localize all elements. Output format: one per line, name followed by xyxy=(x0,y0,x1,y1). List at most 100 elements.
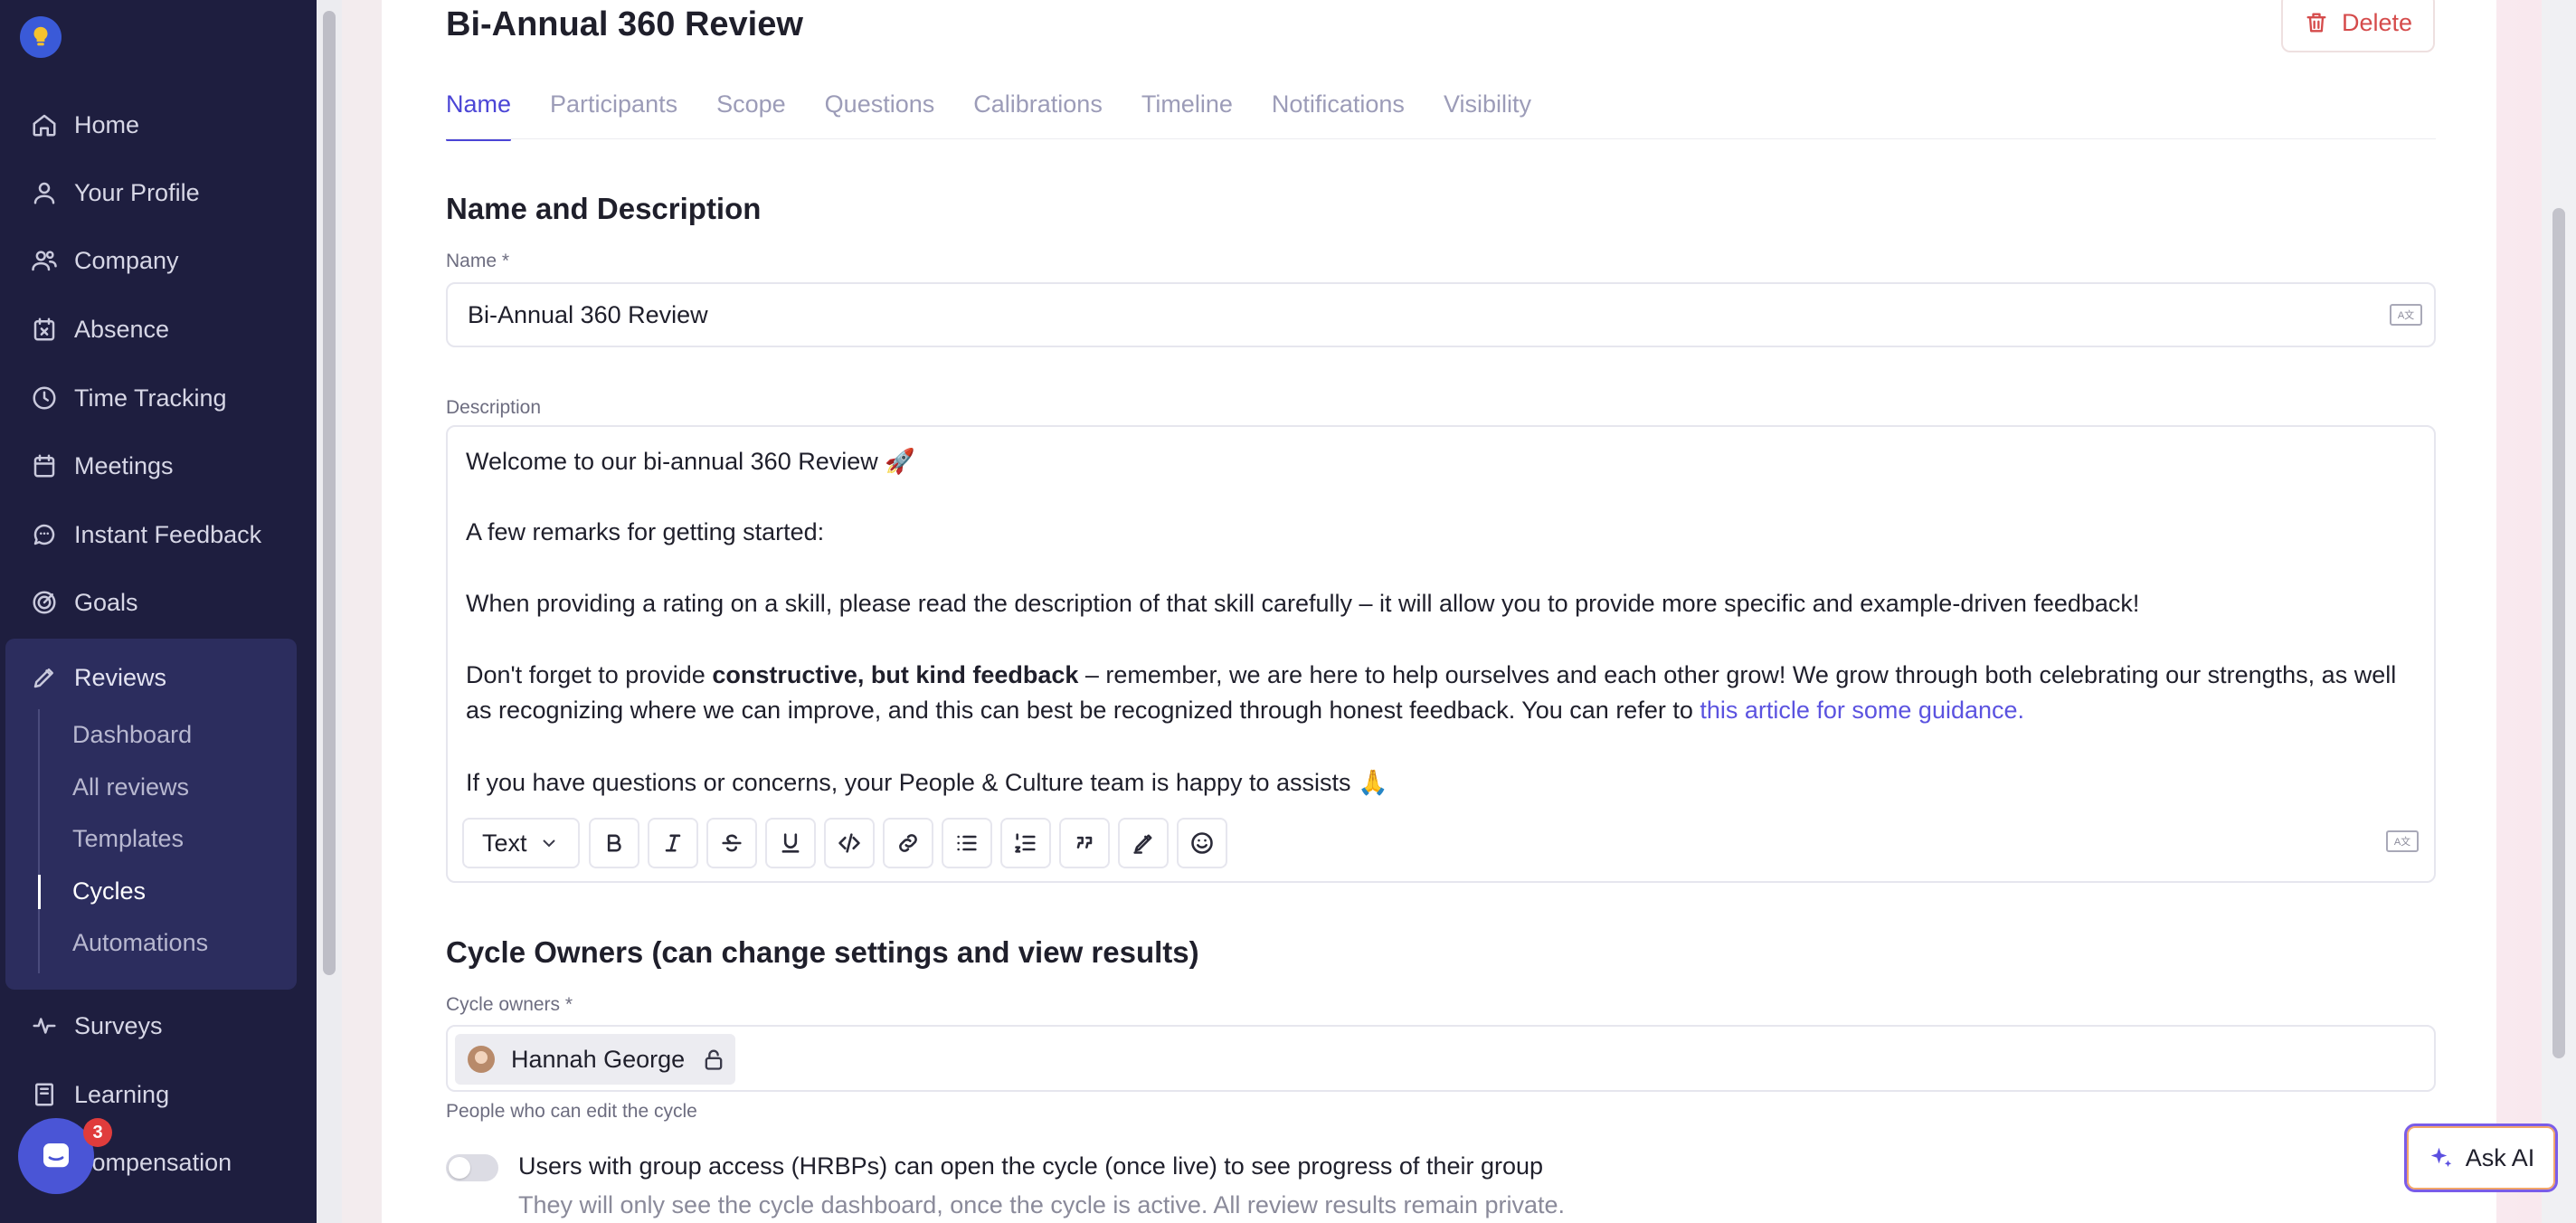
emoji-button[interactable] xyxy=(1177,818,1227,868)
strikethrough-button[interactable] xyxy=(706,818,757,868)
description-line: If you have questions or concerns, your … xyxy=(466,769,1388,796)
calendar-x-icon xyxy=(29,314,60,345)
quote-button[interactable] xyxy=(1059,818,1110,868)
nav-item-label: Absence xyxy=(74,315,170,343)
owner-chip[interactable]: Hannah George xyxy=(455,1034,735,1085)
tab-timeline[interactable]: Timeline xyxy=(1141,87,1233,141)
cycle-owners-help: People who can edit the cycle xyxy=(446,1101,697,1122)
sidebar-scrollbar[interactable] xyxy=(317,0,342,1223)
tab-name[interactable]: Name xyxy=(446,87,512,141)
nav-item-label: Your Profile xyxy=(74,178,200,206)
nav-item-absence[interactable]: Absence xyxy=(0,298,317,361)
section-title-name-description: Name and Description xyxy=(446,192,762,225)
section-title-cycle-owners: Cycle Owners (can change settings and vi… xyxy=(446,935,1199,969)
translate-icon[interactable]: A文 xyxy=(2390,304,2422,326)
bold-icon xyxy=(607,834,621,852)
strikethrough-icon xyxy=(722,834,742,852)
numbered-list-button[interactable] xyxy=(1000,818,1051,868)
tab-scope[interactable]: Scope xyxy=(716,87,786,141)
nav-item-label: Instant Feedback xyxy=(74,520,262,548)
description-line: Welcome to our bi-annual 360 Review 🚀 xyxy=(466,448,915,475)
nav-item-goals[interactable]: Goals xyxy=(0,571,317,634)
code-button[interactable] xyxy=(824,818,875,868)
subnav-item-dashboard[interactable]: Dashboard xyxy=(40,709,291,762)
sidebar-scrollbar-thumb[interactable] xyxy=(323,11,336,975)
nav-item-meetings[interactable]: Meetings xyxy=(0,434,317,498)
reviews-nav-group: Reviews Dashboard All reviews Templates … xyxy=(5,639,297,990)
underline-button[interactable] xyxy=(765,818,816,868)
nav-item-label: Surveys xyxy=(74,1011,163,1039)
description-line: When providing a rating on a skill, plea… xyxy=(466,590,2140,617)
nav-item-surveys[interactable]: Surveys xyxy=(0,994,317,1057)
description-text: – remember, we are here to help ourselve… xyxy=(1078,661,2397,688)
nav-item-label: Home xyxy=(74,110,140,138)
chat-bubble-icon xyxy=(29,519,60,550)
nav-item-learning[interactable]: Learning xyxy=(0,1063,317,1126)
settings-tabs: Name Participants Scope Questions Calibr… xyxy=(446,87,1570,141)
nav-item-time-tracking[interactable]: Time Tracking xyxy=(0,366,317,430)
nav-item-label: Learning xyxy=(74,1080,170,1108)
chevron-down-icon xyxy=(542,839,555,848)
page-title: Bi-Annual 360 Review xyxy=(446,5,803,43)
avatar xyxy=(468,1046,495,1073)
tab-participants[interactable]: Participants xyxy=(550,87,677,141)
clock-icon xyxy=(29,383,60,413)
italic-button[interactable] xyxy=(648,818,698,868)
sidebar: Home Your Profile Company Absence Time T… xyxy=(0,0,317,1223)
hrbp-access-toggle[interactable] xyxy=(446,1154,498,1181)
nav-item-label: Meetings xyxy=(74,451,174,479)
italic-icon xyxy=(665,834,681,852)
target-icon xyxy=(29,587,60,618)
description-text: Don't forget to provide xyxy=(466,661,713,688)
tab-visibility[interactable]: Visibility xyxy=(1444,87,1531,141)
subnav-item-automations[interactable]: Automations xyxy=(40,917,291,970)
reviews-subnav: Dashboard All reviews Templates Cycles A… xyxy=(38,709,291,973)
users-icon xyxy=(29,245,60,276)
description-editor[interactable]: Welcome to our bi-annual 360 Review 🚀 A … xyxy=(446,425,2436,883)
description-paragraph: as recognizing where we can improve, and… xyxy=(466,697,2024,725)
calendar-icon xyxy=(29,450,60,481)
name-field-container: A文 xyxy=(446,282,2436,347)
nav-item-instant-feedback[interactable]: Instant Feedback xyxy=(0,503,317,566)
nav-item-label: Company xyxy=(74,246,179,274)
bullet-list-button[interactable] xyxy=(942,818,992,868)
nav-item-reviews[interactable]: Reviews xyxy=(5,646,297,709)
nav-item-your-profile[interactable]: Your Profile xyxy=(0,161,317,224)
guidance-article-link[interactable]: this article for some guidance. xyxy=(1700,697,2024,724)
main-scrollbar-thumb[interactable] xyxy=(2552,208,2565,1058)
subnav-item-all-reviews[interactable]: All reviews xyxy=(40,762,291,814)
tab-notifications[interactable]: Notifications xyxy=(1272,87,1405,141)
main-scrollbar[interactable] xyxy=(2542,0,2576,1223)
lightbulb-icon xyxy=(33,26,48,46)
tabs-divider xyxy=(446,138,2436,139)
cycle-owners-field[interactable]: Hannah George xyxy=(446,1025,2436,1092)
home-icon xyxy=(29,109,60,140)
delete-button-label: Delete xyxy=(2341,8,2413,36)
nav-item-label: Time Tracking xyxy=(74,384,227,412)
app-logo[interactable] xyxy=(20,16,62,58)
description-field-label: Description xyxy=(446,397,542,418)
notification-badge: 3 xyxy=(83,1118,112,1147)
name-input[interactable] xyxy=(468,284,2367,346)
hrbp-access-label: Users with group access (HRBPs) can open… xyxy=(518,1152,1544,1180)
delete-button[interactable]: Delete xyxy=(2281,0,2435,52)
ask-ai-button[interactable]: Ask AI xyxy=(2404,1123,2558,1192)
lock-icon xyxy=(705,1049,723,1070)
text-style-value: Text xyxy=(482,829,527,857)
nav-item-home[interactable]: Home xyxy=(0,93,317,156)
tab-calibrations[interactable]: Calibrations xyxy=(973,87,1103,141)
book-icon xyxy=(29,1079,60,1110)
nav-item-label: Reviews xyxy=(74,663,167,691)
link-button[interactable] xyxy=(883,818,933,868)
translate-icon[interactable]: A文 xyxy=(2386,830,2419,852)
highlight-button[interactable] xyxy=(1118,818,1169,868)
subnav-item-templates[interactable]: Templates xyxy=(40,813,291,866)
bold-button[interactable] xyxy=(589,818,639,868)
tab-questions[interactable]: Questions xyxy=(825,87,935,141)
subnav-item-cycles[interactable]: Cycles xyxy=(38,866,291,918)
chat-icon xyxy=(43,1143,69,1168)
text-style-select[interactable]: Text xyxy=(462,818,580,868)
link-icon xyxy=(899,834,917,852)
nav-item-company[interactable]: Company xyxy=(0,229,317,292)
code-icon xyxy=(838,833,860,853)
